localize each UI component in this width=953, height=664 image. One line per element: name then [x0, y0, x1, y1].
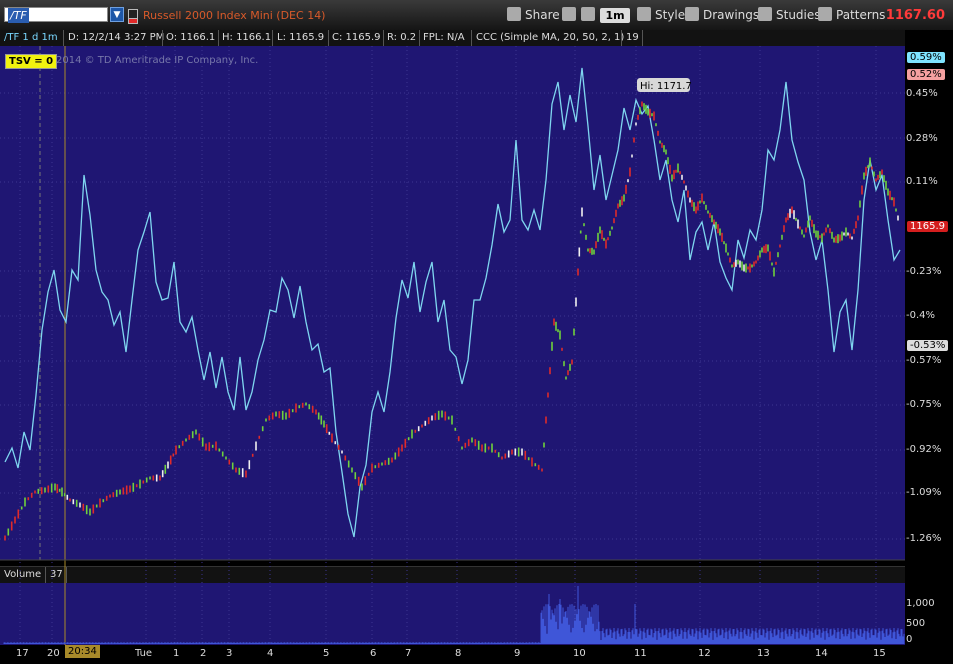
high-label: Hi: 1171.7	[640, 81, 692, 92]
time-axis-label: 13	[757, 648, 770, 659]
price-axis-label: -0.4%	[906, 310, 936, 321]
chart-graphics: Hi: 1171.7	[0, 46, 905, 645]
price-axis-label: -0.23%	[906, 266, 942, 277]
price-axis-label: -1.26%	[906, 533, 942, 544]
time-axis-label: Tue	[135, 648, 153, 659]
oscillator-value-tag: -0.53%	[907, 340, 949, 351]
time-axis-label: 1	[173, 648, 180, 659]
time-axis-label: 11	[634, 648, 647, 659]
oscillator-high-tag: 0.59%	[907, 52, 945, 63]
volume-axis-label: 1,000	[906, 598, 935, 609]
price-axis-label: -0.57%	[906, 355, 942, 366]
time-axis-label: 7	[405, 648, 412, 659]
time-axis-label: 15	[873, 648, 886, 659]
time-axis-label: 20	[47, 648, 60, 659]
time-axis-label: 10	[573, 648, 586, 659]
time-axis-label: 9	[514, 648, 521, 659]
time-axis-label: 3	[226, 648, 233, 659]
price-change-tag: 0.52%	[907, 69, 945, 80]
tsv-badge[interactable]: TSV = 0	[5, 54, 58, 69]
volume-axis-label: 500	[906, 618, 926, 629]
copyright-text: 2014 © TD Ameritrade IP Company, Inc.	[56, 55, 259, 66]
price-axis-label: -1.09%	[906, 487, 942, 498]
time-axis-label: 12	[698, 648, 711, 659]
time-axis-label: 17	[16, 648, 29, 659]
time-axis-label: 8	[455, 648, 462, 659]
volume-axis-label: 0	[906, 634, 913, 645]
price-axis-label: 0.28%	[906, 133, 938, 144]
cursor-time-tag: 20:34	[65, 645, 100, 658]
time-axis-label: 4	[267, 648, 274, 659]
current-price-tag: 1165.9	[907, 221, 948, 232]
time-axis-label: 6	[370, 648, 377, 659]
price-axis-label: 0.45%	[906, 88, 938, 99]
time-axis-label: 2	[200, 648, 207, 659]
price-axis-label: -0.92%	[906, 444, 942, 455]
time-axis-label: 5	[323, 648, 330, 659]
time-axis-label: 14	[815, 648, 828, 659]
price-axis-label: 0.11%	[906, 176, 938, 187]
price-axis-label: -0.75%	[906, 399, 942, 410]
